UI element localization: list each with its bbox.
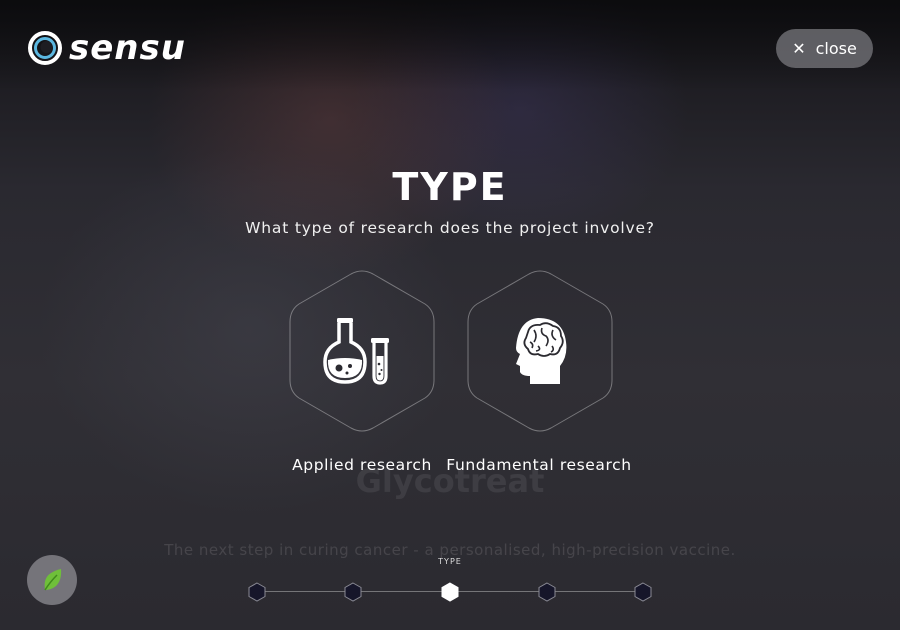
- leaf-icon: [44, 569, 62, 591]
- progress-current-label: TYPE: [438, 557, 462, 566]
- flask-icon: [323, 318, 389, 385]
- brand-logo[interactable]: sensu: [27, 30, 186, 66]
- step-node-2[interactable]: [344, 582, 362, 602]
- ring-logo-icon: [28, 31, 62, 65]
- background-image: [0, 0, 900, 630]
- step-node-5[interactable]: [634, 582, 652, 602]
- step-title: TYPE: [392, 165, 508, 209]
- option-applied-research-label[interactable]: Applied research: [288, 456, 436, 474]
- option-applied-research[interactable]: [288, 270, 436, 432]
- step-node-1[interactable]: [248, 582, 266, 602]
- close-button[interactable]: ✕ close: [776, 29, 873, 68]
- option-fundamental-research-label[interactable]: Fundamental research: [440, 456, 638, 474]
- close-label: close: [815, 39, 857, 58]
- step-node-3-current[interactable]: [441, 582, 459, 602]
- step-node-4[interactable]: [538, 582, 556, 602]
- option-fundamental-research[interactable]: [466, 270, 614, 432]
- step-question: What type of research does the project i…: [245, 219, 655, 237]
- close-icon: ✕: [792, 39, 806, 58]
- leaf-button[interactable]: [27, 555, 77, 605]
- brand-name: sensu: [69, 28, 186, 68]
- brain-head-icon: [516, 318, 567, 384]
